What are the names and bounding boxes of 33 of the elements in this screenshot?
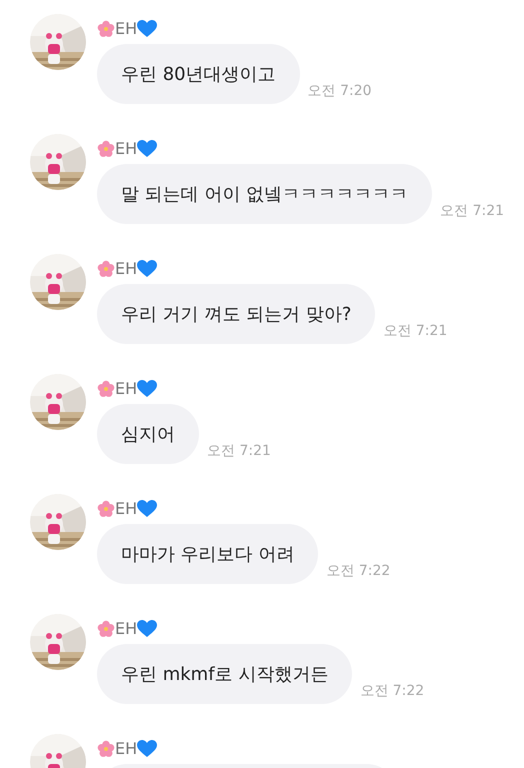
flower-icon <box>97 620 115 638</box>
sender-name: EH <box>115 381 138 397</box>
heart-icon <box>137 620 158 638</box>
heart-icon <box>137 500 158 518</box>
message-time: 오전 7:21 <box>440 202 504 221</box>
flower-icon <box>97 140 115 158</box>
flower-icon <box>97 500 115 518</box>
heart-icon <box>137 740 158 758</box>
message-time: 오전 7:22 <box>360 682 424 701</box>
sender-name: EH <box>115 621 138 637</box>
sender-name: EH <box>115 21 138 37</box>
message-time: 오전 7:21 <box>383 322 448 341</box>
flower-icon <box>97 20 115 38</box>
heart-icon <box>137 260 158 278</box>
sender-name: EH <box>115 261 138 277</box>
message-bubble: 우린 mkmf로 시작했거든 <box>97 644 352 704</box>
heart-icon <box>137 20 158 38</box>
heart-icon <box>137 380 158 398</box>
sender-name: EH <box>115 501 138 517</box>
heart-icon <box>137 140 158 158</box>
message-time: 오전 7:20 <box>308 82 372 101</box>
flower-icon <box>97 380 115 398</box>
message-bubble: 심지어 <box>97 404 199 464</box>
flower-icon <box>97 740 115 758</box>
sender-name: EH <box>115 741 138 757</box>
message-bubble: 우리 거기 껴도 되는거 맞아? <box>97 284 376 344</box>
flower-icon <box>97 260 115 278</box>
message-bubble: 우린 80년대생이고 <box>97 44 300 104</box>
message-bubble: 마마가 우리보다 어려 <box>97 524 318 584</box>
sender-name: EH <box>115 141 138 157</box>
message-time: 오전 7:22 <box>326 562 390 581</box>
message-bubble: 말 되는데 어이 없넼ㅋㅋㅋㅋㅋㅋㅋ <box>97 164 432 224</box>
message-time: 오전 7:21 <box>207 442 271 461</box>
